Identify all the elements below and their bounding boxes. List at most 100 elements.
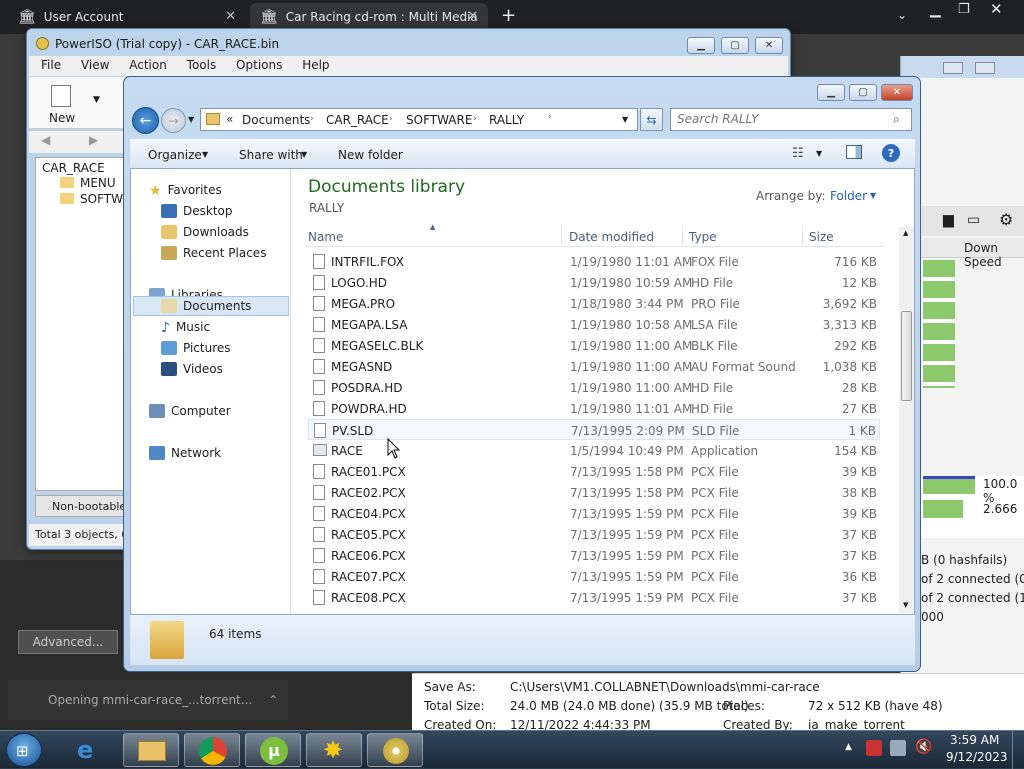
show-hidden-icons[interactable]: ▲ (845, 742, 852, 752)
tree-item-software[interactable]: SOFTW (80, 192, 123, 206)
breadcrumb-separator-icon[interactable]: › (310, 114, 314, 124)
breadcrumb-separator-icon[interactable]: › (548, 112, 552, 122)
scrollbar-thumb[interactable] (901, 311, 912, 401)
new-button[interactable]: New (49, 111, 75, 125)
browser-tab-user-account[interactable]: 🏛 User Account ✕ (8, 3, 246, 31)
close-button[interactable]: ✕ (755, 37, 783, 54)
back-icon[interactable]: ◀ (41, 133, 50, 147)
organize-dropdown-icon[interactable]: ▼ (202, 150, 208, 159)
breadcrumb-rally[interactable]: RALLY (489, 113, 524, 127)
history-dropdown-icon[interactable]: ▼ (188, 115, 194, 124)
file-row[interactable]: MEGASND 1/19/1980 11:00 AM AU Format Sound… (308, 356, 880, 377)
file-row[interactable]: RACE06.PCX 7/13/1995 1:59 PM PCX File 37 KB (308, 545, 880, 566)
share-with-button[interactable]: Share with (239, 148, 303, 162)
arrange-dropdown-icon[interactable]: ▼ (870, 191, 876, 200)
share-dropdown-icon[interactable]: ▼ (301, 150, 307, 159)
back-button[interactable]: ← (132, 107, 159, 134)
show-desktop-button[interactable] (1012, 731, 1024, 769)
breadcrumb-separator-icon[interactable]: › (473, 114, 477, 124)
volume-muted-icon[interactable]: 🔇 (915, 739, 932, 755)
column-type[interactable]: Type (689, 230, 717, 244)
minimize-button[interactable]: ▁ (817, 84, 845, 101)
file-row[interactable]: PV.SLD 7/13/1995 2:09 PM SLD File 1 KB (308, 419, 880, 440)
scroll-up-icon[interactable]: ▲ (903, 229, 908, 237)
new-folder-button[interactable]: New folder (338, 148, 403, 162)
network-status-icon[interactable] (890, 740, 906, 756)
taskbar-explorer[interactable] (123, 733, 179, 767)
nav-favorites[interactable]: ★ Favorites (149, 180, 305, 200)
taskbar-utorrent[interactable]: µ (245, 733, 301, 767)
breadcrumb-car-race[interactable]: CAR_RACE (326, 113, 389, 127)
view-dropdown-icon[interactable]: ▼ (816, 149, 822, 158)
file-row[interactable]: RACE02.PCX 7/13/1995 1:58 PM PCX File 38 KB (308, 482, 880, 503)
forward-button[interactable]: → (161, 108, 186, 133)
dropdown-arrow-icon[interactable]: ▼ (93, 95, 100, 105)
chat-icon[interactable]: ▆ (943, 212, 954, 228)
clock-time[interactable]: 3:59 AM (950, 733, 999, 747)
maximize-button[interactable] (975, 62, 995, 74)
taskbar-app[interactable]: ✸ (306, 733, 362, 767)
start-button[interactable]: ⊞ (6, 733, 42, 767)
file-row[interactable]: RACE01.PCX 7/13/1995 1:58 PM PCX File 39 KB (308, 461, 880, 482)
browser-tab-car-racing[interactable]: 🏛 Car Racing cd-rom : Multi Media ✕ (250, 3, 488, 31)
view-details-icon[interactable]: ☷ (792, 146, 804, 161)
gear-icon[interactable]: ⚙ (999, 210, 1013, 229)
search-input[interactable] (677, 112, 887, 126)
search-box[interactable]: ⌕ (670, 108, 912, 131)
breadcrumb-overflow[interactable]: « (226, 112, 233, 126)
taskbar-chrome[interactable] (184, 733, 240, 767)
monitor-icon[interactable]: ▭ (967, 212, 980, 228)
file-row[interactable]: LOGO.HD 1/19/1980 10:59 AM HD File 12 KB (308, 272, 880, 293)
column-name[interactable]: Name (308, 230, 343, 244)
breadcrumb-software[interactable]: SOFTWARE (406, 113, 472, 127)
advanced-button[interactable]: Advanced... (18, 630, 118, 654)
chevron-down-icon[interactable]: ⌄ (897, 8, 907, 22)
forward-icon[interactable]: ▶ (89, 133, 98, 147)
menu-help[interactable]: Help (302, 58, 329, 72)
file-row[interactable]: MEGA.PRO 1/18/1980 3:44 PM PRO File 3,692 K… (308, 293, 880, 314)
address-dropdown-icon[interactable]: ▼ (622, 115, 628, 124)
scroll-down-icon[interactable]: ▼ (903, 601, 908, 609)
column-date-modified[interactable]: Date modified (569, 230, 654, 244)
close-icon[interactable]: ✕ (990, 0, 1003, 18)
column-size[interactable]: Size (809, 230, 834, 244)
menu-action[interactable]: Action (129, 58, 167, 72)
organize-button[interactable]: Organize (148, 148, 202, 162)
maximize-button[interactable]: ▢ (849, 84, 877, 101)
menu-tools[interactable]: Tools (187, 58, 217, 72)
vertical-scrollbar[interactable]: ▲ ▼ (899, 227, 914, 613)
new-tab-icon[interactable]: + (501, 5, 516, 26)
security-flag-icon[interactable] (866, 740, 882, 756)
refresh-button[interactable]: ⇆ (640, 108, 663, 131)
menu-file[interactable]: File (41, 58, 61, 72)
breadcrumb-documents[interactable]: Documents (242, 113, 310, 127)
taskbar-poweriso[interactable] (367, 733, 423, 767)
file-row[interactable]: MEGASELC.BLK 1/19/1980 11:00 AM BLK File 29… (308, 335, 880, 356)
close-icon[interactable]: ✕ (225, 9, 236, 24)
tree-item-menu[interactable]: MENU (80, 176, 116, 190)
restore-icon[interactable]: ❐ (958, 2, 970, 17)
clock-date[interactable]: 9/12/2023 (946, 750, 1008, 764)
arrange-value[interactable]: Folder (830, 189, 867, 203)
file-row[interactable]: POWDRA.HD 1/19/1980 11:01 AM HD File 27 KB (308, 398, 880, 419)
minimize-button[interactable] (943, 62, 963, 74)
minimize-icon[interactable]: ▁ (930, 2, 941, 18)
file-row[interactable]: POSDRA.HD 1/19/1980 11:00 AM HD File 28 KB (308, 377, 880, 398)
file-row[interactable]: RACE04.PCX 7/13/1995 1:59 PM PCX File 39 KB (308, 503, 880, 524)
search-icon[interactable]: ⌕ (893, 112, 900, 127)
tree-root[interactable]: CAR_RACE (42, 161, 105, 175)
nav-computer[interactable]: Computer (149, 401, 305, 421)
nav-network[interactable]: Network (149, 443, 305, 463)
file-row[interactable]: RACE07.PCX 7/13/1995 1:59 PM PCX File 36 KB (308, 566, 880, 587)
help-icon[interactable]: ? (882, 144, 900, 162)
taskbar-ie[interactable]: e (62, 733, 118, 767)
menu-options[interactable]: Options (236, 58, 282, 72)
menu-view[interactable]: View (81, 58, 109, 72)
breadcrumb-separator-icon[interactable]: › (389, 114, 393, 124)
file-row[interactable]: MEGAPA.LSA 1/19/1980 10:58 AM LSA File 3,31… (308, 314, 880, 335)
down-speed-header[interactable]: Down Speed (964, 241, 1024, 269)
new-document-icon[interactable] (51, 85, 71, 107)
close-icon[interactable]: ✕ (467, 9, 478, 24)
minimize-button[interactable]: ▁ (687, 37, 715, 54)
close-button[interactable]: ✕ (881, 84, 913, 101)
